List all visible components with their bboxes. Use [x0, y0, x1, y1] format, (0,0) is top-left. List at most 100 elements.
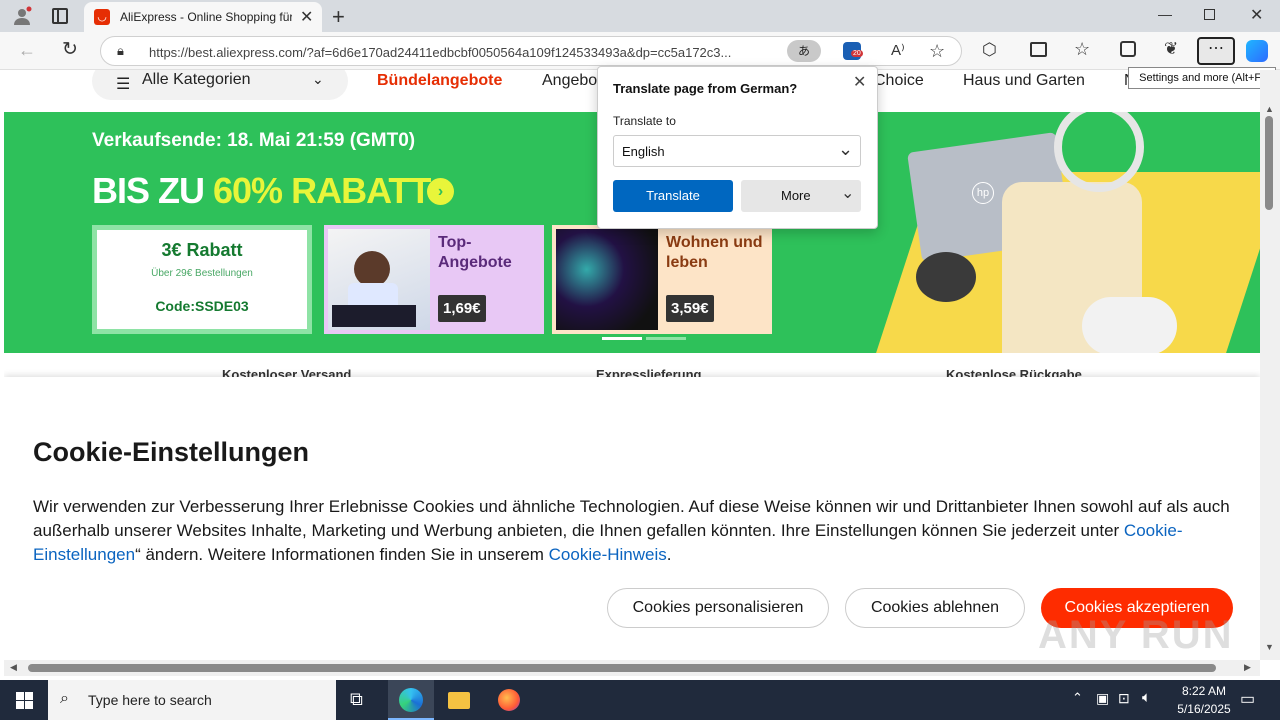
clock-date[interactable]: 5/16/2025: [1168, 702, 1240, 716]
nav-item-bundles[interactable]: Bündelangebote: [377, 72, 502, 90]
coupon-title: 3€ Rabatt: [161, 240, 243, 260]
settings-more-button[interactable]: ⋯: [1197, 37, 1235, 65]
lock-icon: 🔒︎: [117, 43, 124, 58]
menu-icon: ☰: [116, 76, 131, 93]
nav-item-choice[interactable]: Choice: [874, 72, 924, 90]
file-explorer-icon[interactable]: [448, 692, 470, 709]
anyrun-watermark: ANY RUN: [1038, 613, 1234, 657]
deal-card-home-price: 3,59€: [666, 295, 714, 322]
features-strip: Kostenloser Versand Expresslieferung Kos…: [4, 353, 1260, 377]
volume-icon[interactable]: 🔈︎: [1142, 689, 1151, 706]
translate-icon[interactable]: あ: [787, 40, 821, 62]
vertical-scroll-thumb[interactable]: [1265, 116, 1273, 210]
language-select[interactable]: English ⌄: [613, 135, 861, 167]
cookie-title: Cookie-Einstellungen: [33, 437, 310, 467]
headline-percent: 60%: [213, 170, 283, 211]
vertical-scrollbar[interactable]: ▲ ▼: [1260, 70, 1280, 660]
cookie-text: Wir verwenden zur Verbesserung Ihrer Erl…: [33, 495, 1243, 567]
translate-close-icon[interactable]: ✕: [853, 72, 866, 92]
new-tab-icon[interactable]: +: [332, 4, 345, 30]
extensions-icon[interactable]: ⬡: [982, 41, 997, 58]
feature-free-shipping: Kostenloser Versand: [222, 367, 352, 377]
categories-label: Alle Kategorien: [142, 71, 251, 88]
collections-icon[interactable]: [1120, 41, 1136, 57]
scroll-down-icon[interactable]: ▼: [1265, 642, 1274, 652]
active-tab[interactable]: ◡ AliExpress - Online Shopping für ✕: [84, 2, 322, 32]
headline-suffix: RABATT: [282, 170, 431, 211]
shield-icon[interactable]: 20: [843, 42, 863, 60]
child-tablet-image: [328, 229, 430, 330]
categories-button[interactable]: ☰ Alle Kategorien ⌄: [92, 70, 348, 100]
restore-icon[interactable]: [1204, 9, 1215, 20]
horizontal-scroll-thumb[interactable]: [28, 664, 1216, 672]
tab-title: AliExpress - Online Shopping für: [120, 10, 292, 24]
device-icon[interactable]: ▣: [1096, 690, 1109, 707]
chevron-down-icon: ⌄: [838, 139, 854, 159]
taskbar: ⌕ Type here to search ⧉ ⌃ ▣ ⊡ 🔈︎ 8:22 AM…: [0, 680, 1280, 720]
coupon-card[interactable]: 3€ Rabatt Über 29€ Bestellungen Code:SSD…: [92, 225, 312, 334]
sale-end-text: Verkaufsende: 18. Mai 21:59 (GMT0): [92, 130, 416, 151]
cookies-personalize-button[interactable]: Cookies personalisieren: [607, 588, 829, 628]
task-view-icon[interactable]: ⧉: [350, 689, 363, 710]
chevron-down-icon: ⌄: [841, 185, 855, 202]
scroll-up-icon[interactable]: ▲: [1265, 104, 1274, 114]
deal-card-top-price: 1,69€: [438, 295, 486, 322]
performance-icon[interactable]: ❦: [1164, 40, 1178, 57]
string-lights-image: [556, 229, 658, 330]
deal-card-home-title: Wohnen und leben: [666, 234, 763, 271]
feature-express: Expresslieferung: [596, 367, 702, 377]
close-window-icon[interactable]: ✕: [1250, 5, 1263, 25]
windows-start-icon[interactable]: [16, 692, 33, 709]
tab-actions-icon[interactable]: [52, 8, 68, 24]
arrow-right-icon[interactable]: ›: [427, 178, 454, 205]
hp-logo: hp: [972, 182, 994, 204]
back-icon[interactable]: ←: [18, 41, 36, 59]
deal-card-top[interactable]: Top-Angebote 1,69€: [324, 225, 544, 334]
coupon-sub: Über 29€ Bestellungen: [151, 268, 253, 279]
taskbar-edge-button[interactable]: [388, 680, 434, 720]
cookie-text-1: Wir verwenden zur Verbesserung Ihrer Erl…: [33, 497, 1230, 540]
translate-title: Translate page from German?: [613, 81, 798, 96]
scroll-left-icon[interactable]: ◀: [10, 662, 17, 673]
favorites-icon[interactable]: ☆: [1074, 40, 1090, 58]
feature-free-return: Kostenlose Rückgabe: [946, 367, 1082, 377]
deal-card-home[interactable]: Wohnen und leben 3,59€: [552, 225, 772, 334]
cookies-reject-button[interactable]: Cookies ablehnen: [845, 588, 1025, 628]
split-screen-icon[interactable]: [1030, 42, 1047, 57]
more-button[interactable]: More ⌄: [741, 180, 861, 212]
firefox-icon[interactable]: [498, 689, 520, 711]
language-value: English: [622, 144, 665, 159]
clock-time[interactable]: 8:22 AM: [1172, 684, 1236, 698]
favorite-star-icon[interactable]: ☆: [929, 42, 945, 60]
headline: BIS ZU 60% RABATT: [92, 170, 431, 212]
read-aloud-icon[interactable]: A⁾: [891, 43, 905, 58]
aliexpress-favicon: ◡: [94, 9, 110, 25]
profile-icon[interactable]: [12, 6, 32, 26]
settings-tooltip: Settings and more (Alt+F): [1128, 67, 1276, 89]
horizontal-scrollbar[interactable]: ◀ ▶: [4, 660, 1260, 676]
translate-popup: Translate page from German? ✕ Translate …: [597, 66, 878, 229]
minimize-icon[interactable]: —: [1158, 6, 1172, 22]
show-hidden-icons-icon[interactable]: ⌃: [1072, 690, 1083, 706]
nav-item-offers[interactable]: Angebo: [542, 72, 597, 90]
more-label: More: [781, 188, 811, 203]
cookie-notice-link[interactable]: Cookie-Hinweis: [549, 545, 667, 564]
carousel-dot[interactable]: [646, 337, 686, 340]
cookie-text-2: “ ändern. Weitere Informationen finden S…: [135, 545, 549, 564]
carousel-dot-active[interactable]: [602, 337, 642, 340]
translate-button[interactable]: Translate: [613, 180, 733, 212]
address-bar[interactable]: 🔒︎ https://best.aliexpress.com/?af=6d6e1…: [100, 36, 962, 66]
notifications-icon[interactable]: ▭: [1240, 689, 1255, 709]
close-tab-icon[interactable]: ✕: [300, 7, 313, 27]
edge-icon: [399, 688, 423, 712]
copilot-icon[interactable]: [1246, 40, 1268, 62]
products-image: hp: [864, 112, 1260, 353]
refresh-icon[interactable]: ↻: [62, 40, 78, 59]
taskbar-search-box[interactable]: ⌕ Type here to search: [48, 680, 336, 720]
browser-toolbar: ← ↻ 🔒︎ https://best.aliexpress.com/?af=6…: [0, 32, 1280, 70]
chevron-down-icon: ⌄: [312, 71, 324, 87]
nav-item-home-garden[interactable]: Haus und Garten: [963, 72, 1085, 90]
scroll-right-icon[interactable]: ▶: [1244, 662, 1251, 673]
network-icon[interactable]: ⊡: [1118, 690, 1130, 707]
url-text[interactable]: https://best.aliexpress.com/?af=6d6e170a…: [149, 45, 779, 60]
